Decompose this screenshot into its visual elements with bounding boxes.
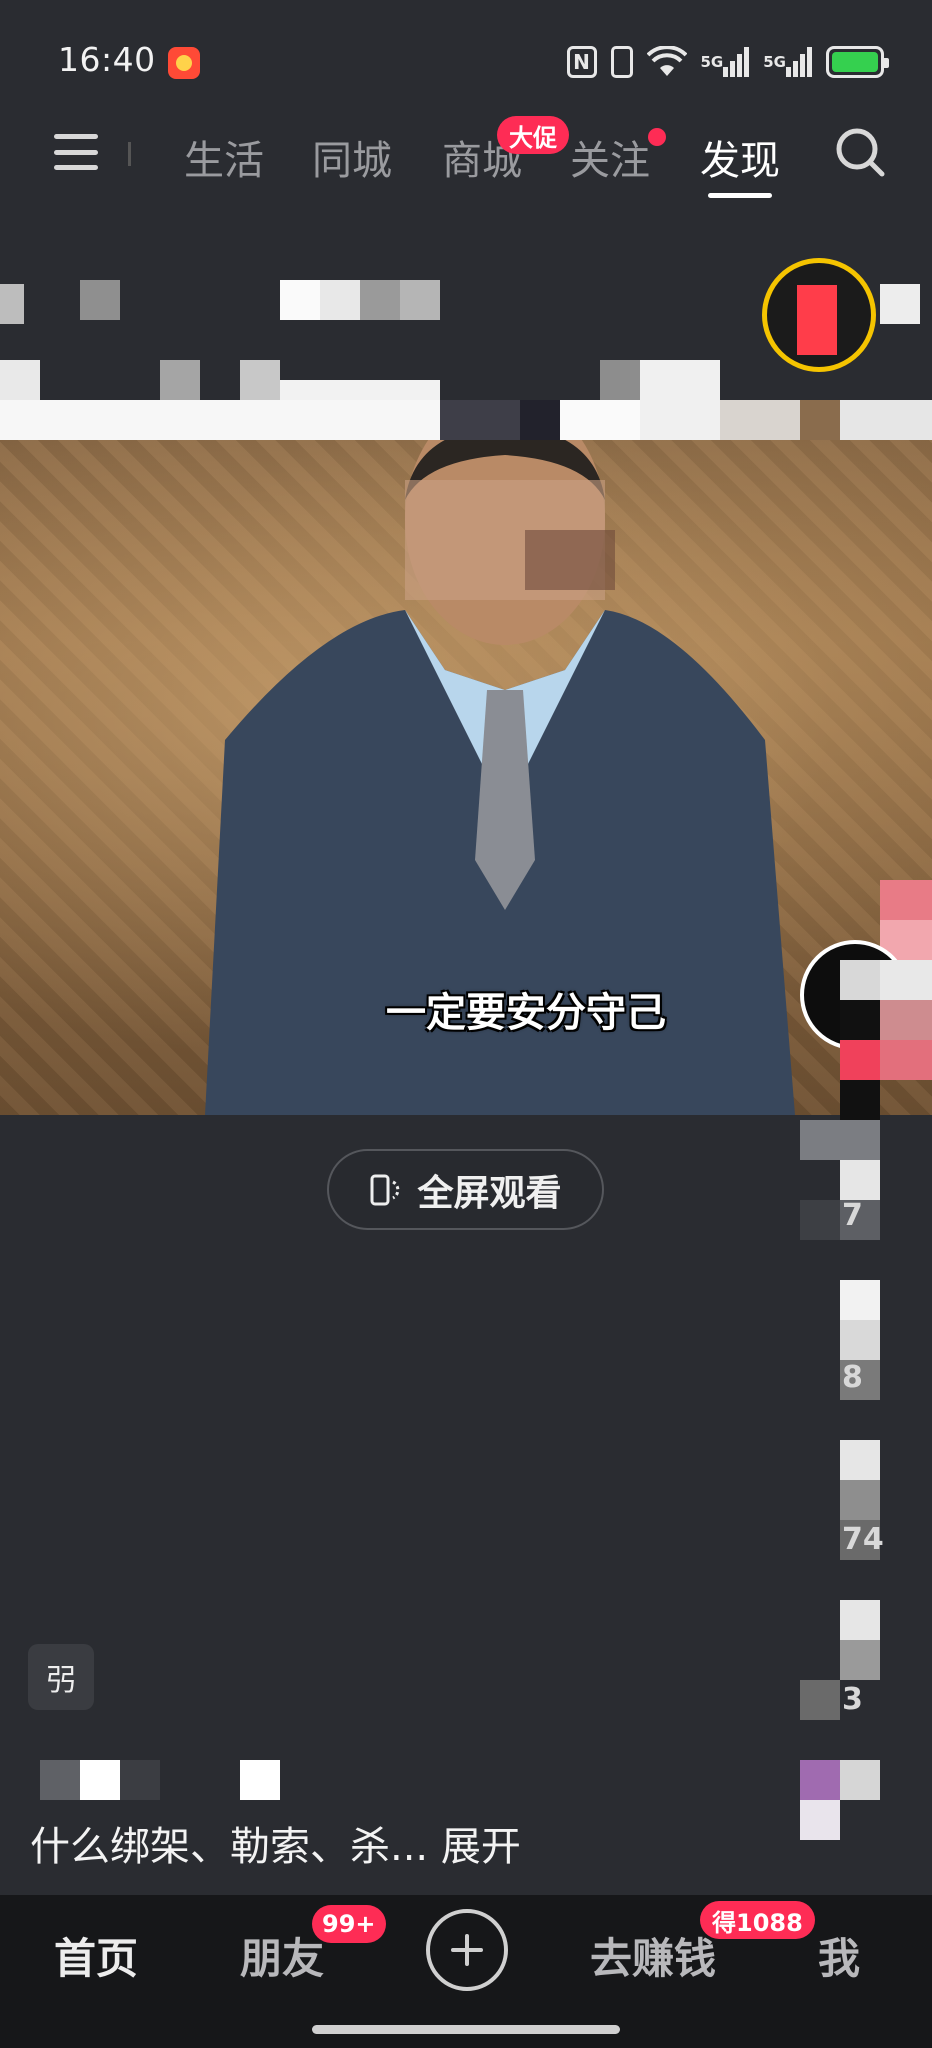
rotate-screen-icon [370,1174,400,1205]
tab-life[interactable]: 生活 [184,128,264,186]
status-bar: 16:40 N 5G 5G [0,0,932,110]
friends-badge: 99+ [312,1905,386,1943]
nav-earn[interactable]: 去赚钱 [590,1925,716,1986]
status-time: 16:40 [58,40,156,79]
share-count: 3 [842,1682,863,1717]
fullscreen-label: 全屏观看 [417,1172,562,1214]
tab-following[interactable]: 关注 [570,128,650,186]
live-avatar-icon[interactable] [762,258,876,372]
nav-home[interactable]: 首页 [54,1925,138,1986]
bottom-nav: 首页 朋友 99+ 去赚钱 得1088 我 [0,1895,932,2048]
app-notification-icon [168,47,200,79]
nav-me[interactable]: 我 [818,1925,860,1986]
signal-label: 5G [700,53,724,71]
like-count: 7 [842,1198,863,1233]
signal-5g-icon: 5G [701,47,750,77]
nav-divider [128,142,131,166]
create-post-button[interactable] [426,1909,508,1991]
video-caption[interactable]: 什么绑架、勒索、杀... 展开 [30,1814,521,1872]
content-tag[interactable]: 弜 [28,1644,94,1710]
top-nav: 生活 同城 商城 大促 关注 发现 [0,110,932,200]
favorite-count: 74 [842,1522,884,1557]
fullscreen-button[interactable]: 全屏观看 [327,1149,604,1230]
signal-5g-icon: 5G [763,47,812,77]
nfc-icon: N [566,46,597,78]
status-icons: N 5G 5G [566,42,889,82]
video-player[interactable]: 一定要安分守己 [0,440,932,1115]
tab-same-city[interactable]: 同城 [312,128,392,186]
wifi-icon [646,46,687,78]
battery-charging-icon [826,46,889,78]
search-icon[interactable] [832,124,888,180]
earn-badge: 得1088 [700,1901,815,1939]
mall-promo-badge: 大促 [497,116,569,154]
tab-discover[interactable]: 发现 [700,128,780,198]
vibrate-icon [610,46,633,78]
signal-label: 5G [763,53,786,71]
home-indicator[interactable] [312,2025,620,2034]
comment-count: 8 [842,1360,863,1395]
plus-icon [451,1934,483,1966]
video-subtitle: 一定要安分守己 [386,990,666,1036]
menu-icon[interactable] [54,130,98,174]
following-dot [648,128,666,146]
nav-friends[interactable]: 朋友 [240,1925,324,1986]
